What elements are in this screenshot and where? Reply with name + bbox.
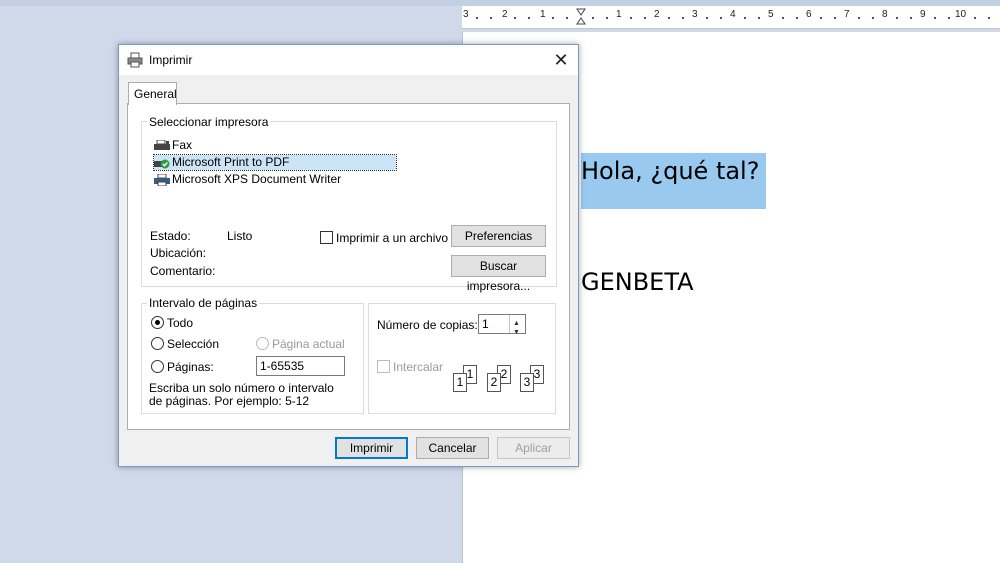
document-text-line[interactable]: Hola, ¿qué tal? xyxy=(581,157,759,185)
printer-default-icon xyxy=(154,157,170,169)
cancel-button[interactable]: Cancelar xyxy=(416,437,489,459)
tab-general[interactable]: General xyxy=(128,82,177,105)
ruler-dot xyxy=(682,17,684,19)
ruler-dot xyxy=(974,17,976,19)
ruler-dot xyxy=(606,17,608,19)
printer-icon xyxy=(154,173,170,187)
ruler-dot xyxy=(476,17,478,19)
ruler-dot xyxy=(934,17,936,19)
all-pages-label[interactable]: Todo xyxy=(167,316,193,330)
ruler-label: 6 xyxy=(806,9,812,20)
ruler-label: 4 xyxy=(730,9,736,20)
printer-name: Fax xyxy=(172,138,193,152)
page-range-hint: Escriba un solo número o intervalo de pá… xyxy=(149,381,334,408)
ruler-label: 2 xyxy=(502,9,508,20)
printer-icon xyxy=(127,52,143,68)
ruler-label: 5 xyxy=(768,9,774,20)
printer-name: Microsoft XPS Document Writer xyxy=(172,172,342,186)
selected-text-highlight[interactable]: Hola, ¿qué tal? xyxy=(581,153,766,209)
ruler-dot xyxy=(988,17,990,19)
tab-label: General xyxy=(134,87,177,101)
ruler-label: 3 xyxy=(463,9,469,20)
ruler-label: 10 xyxy=(955,9,967,20)
printer-item-fax[interactable]: Fax xyxy=(154,138,192,153)
ruler-dot xyxy=(820,17,822,19)
ruler-dot xyxy=(910,17,912,19)
collate-sheet: 1 xyxy=(453,373,467,392)
close-icon[interactable]: ✕ xyxy=(548,48,574,72)
pages-input[interactable]: 1-65535 xyxy=(256,356,345,376)
collate-illustration: 1 1 2 2 3 3 xyxy=(445,363,545,395)
ruler-label: 3 xyxy=(692,9,698,20)
print-to-file-checkbox[interactable] xyxy=(320,231,333,244)
ruler-label: 9 xyxy=(920,9,926,20)
collate-checkbox[interactable] xyxy=(377,360,390,373)
collate-label: Intercalar xyxy=(393,360,444,374)
ruler-dot xyxy=(490,17,492,19)
ruler-label: 1 xyxy=(540,9,546,20)
ruler-label: 2 xyxy=(654,9,660,20)
current-page-label: Página actual xyxy=(272,337,345,351)
spinner-down-icon[interactable]: ▼ xyxy=(513,324,520,342)
ruler-label: 7 xyxy=(844,9,850,20)
ruler-dot xyxy=(948,17,950,19)
select-printer-legend: Seleccionar impresora xyxy=(147,115,271,129)
apply-button[interactable]: Aplicar xyxy=(497,437,570,459)
ruler-dot xyxy=(528,17,530,19)
collate-sheet: 2 xyxy=(487,373,501,392)
ruler-dot xyxy=(592,17,594,19)
ruler-label: 8 xyxy=(882,9,888,20)
ruler-dot xyxy=(644,17,646,19)
preferences-button[interactable]: Preferencias xyxy=(451,225,546,247)
find-printer-button[interactable]: Buscar impresora... xyxy=(451,255,546,293)
ruler-dot xyxy=(720,17,722,19)
fax-icon xyxy=(154,139,170,152)
current-page-radio[interactable] xyxy=(256,337,269,350)
ruler-dot xyxy=(744,17,746,19)
printer-item-print-to-pdf[interactable]: Microsoft Print to PDF xyxy=(153,154,397,171)
ruler-dot xyxy=(782,17,784,19)
document-text-line[interactable]: GENBETA xyxy=(581,268,694,296)
ruler-dot xyxy=(896,17,898,19)
ruler-dot xyxy=(834,17,836,19)
collate-sheet: 3 xyxy=(520,373,534,392)
ruler-dot xyxy=(758,17,760,19)
horizontal-ruler[interactable]: 3 2 1 1 2 3 4 5 6 7 8 9 10 xyxy=(462,6,1000,29)
copies-spinner[interactable]: ▲ ▼ xyxy=(509,315,522,336)
ruler-dot xyxy=(796,17,798,19)
ruler-dot xyxy=(514,17,516,19)
copies-input[interactable]: 1 ▲ ▼ xyxy=(478,314,526,336)
printer-name: Microsoft Print to PDF xyxy=(172,155,290,169)
selection-label[interactable]: Selección xyxy=(167,337,219,351)
ruler-dot xyxy=(552,17,554,19)
ruler-dot xyxy=(566,17,568,19)
status-label: Estado: xyxy=(150,229,191,243)
print-button[interactable]: Imprimir xyxy=(335,437,408,459)
ruler-dot xyxy=(668,17,670,19)
ruler-label: 1 xyxy=(616,9,622,20)
location-label: Ubicación: xyxy=(150,246,207,260)
print-to-file-label[interactable]: Imprimir a un archivo xyxy=(336,231,448,245)
all-pages-radio[interactable] xyxy=(151,316,164,329)
comment-label: Comentario: xyxy=(150,264,216,278)
dialog-titlebar[interactable]: Imprimir ✕ xyxy=(119,45,578,75)
selection-radio[interactable] xyxy=(151,337,164,350)
dialog-title: Imprimir xyxy=(149,53,193,67)
ruler-dot xyxy=(706,17,708,19)
copies-label: Número de copias: xyxy=(377,318,478,332)
printer-item-xps-writer[interactable]: Microsoft XPS Document Writer xyxy=(154,172,341,187)
ruler-dot xyxy=(858,17,860,19)
copies-value: 1 xyxy=(482,317,489,331)
pages-radio[interactable] xyxy=(151,360,164,373)
page-range-legend: Intervalo de páginas xyxy=(147,296,260,310)
indent-marker-icon[interactable] xyxy=(576,8,586,26)
ruler-dot xyxy=(630,17,632,19)
pages-label[interactable]: Páginas: xyxy=(167,360,214,374)
status-value: Listo xyxy=(227,229,253,243)
ruler-dot xyxy=(872,17,874,19)
